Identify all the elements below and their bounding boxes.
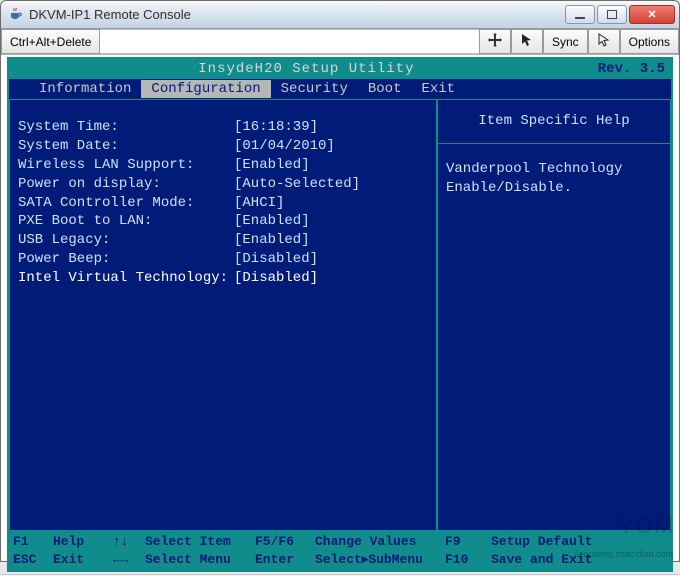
settings-panel: System Time:[16:18:39]System Date:[01/04… (9, 99, 437, 531)
setting-label: SATA Controller Mode: (18, 194, 234, 213)
setting-pxe-boot[interactable]: PXE Boot to LAN:[Enabled] (18, 212, 430, 231)
setting-power-beep[interactable]: Power Beep:[Disabled] (18, 250, 430, 269)
setting-label: PXE Boot to LAN: (18, 212, 234, 231)
titlebar[interactable]: DKVM-IP1 Remote Console ✕ (1, 1, 679, 29)
menu-boot[interactable]: Boot (358, 80, 412, 99)
ctrl-alt-delete-button[interactable]: Ctrl+Alt+Delete (1, 29, 100, 54)
cursor-icon-button-2[interactable] (588, 29, 620, 54)
menu-information[interactable]: Information (29, 80, 141, 99)
action-change-values: Change Values (315, 533, 445, 551)
action-select-item: Select Item (145, 533, 255, 551)
setting-label: USB Legacy: (18, 231, 234, 250)
remote-console-viewport[interactable]: InsydeH20 Setup Utility Rev. 3.5 Informa… (7, 57, 673, 572)
bios-body: System Time:[16:18:39]System Date:[01/04… (9, 99, 671, 531)
bios-header: InsydeH20 Setup Utility Rev. 3.5 (9, 59, 671, 79)
move-icon (488, 33, 502, 50)
key-f1: F1 (13, 533, 53, 551)
setting-value: [Auto-Selected] (234, 175, 360, 194)
key-enter: Enter (255, 551, 315, 569)
setting-label: Intel Virtual Technology: (18, 269, 234, 288)
close-button[interactable]: ✕ (629, 5, 675, 24)
setting-usb-legacy[interactable]: USB Legacy:[Enabled] (18, 231, 430, 250)
menu-exit[interactable]: Exit (411, 80, 465, 99)
setting-system-date[interactable]: System Date:[01/04/2010] (18, 137, 430, 156)
help-panel: Item Specific Help Vanderpool Technology… (437, 99, 671, 531)
setting-system-time[interactable]: System Time:[16:18:39] (18, 118, 430, 137)
maximize-button[interactable] (597, 5, 627, 24)
key-arrows-v: ↑↓ (113, 533, 145, 551)
menu-configuration[interactable]: Configuration (141, 80, 270, 99)
setting-label: Wireless LAN Support: (18, 156, 234, 175)
setting-label: System Date: (18, 137, 234, 156)
cursor-icon (520, 33, 534, 50)
bios-screen: InsydeH20 Setup Utility Rev. 3.5 Informa… (9, 59, 671, 570)
setting-value: [01/04/2010] (234, 137, 335, 156)
toolbar-spacer (100, 29, 479, 54)
setting-intel-vt[interactable]: Intel Virtual Technology:[Disabled] (18, 269, 430, 288)
setting-value: [Disabled] (234, 250, 318, 269)
setting-value: [Enabled] (234, 212, 310, 231)
action-exit: Exit (53, 551, 113, 569)
bios-revision: Rev. 3.5 (598, 60, 665, 79)
key-f9: F9 (445, 533, 491, 551)
cursor-icon-button-1[interactable] (511, 29, 543, 54)
action-save-exit: Save and Exit (491, 551, 667, 569)
setting-value: [AHCI] (234, 194, 284, 213)
options-button[interactable]: Options (620, 29, 679, 54)
java-icon (7, 7, 23, 23)
setting-value: [Enabled] (234, 231, 310, 250)
minimize-button[interactable] (565, 5, 595, 24)
setting-sata-mode[interactable]: SATA Controller Mode:[AHCI] (18, 194, 430, 213)
app-toolbar: Ctrl+Alt+Delete Sync Options (1, 29, 679, 55)
sync-button[interactable]: Sync (543, 29, 588, 54)
action-submenu: Select▸SubMenu (315, 551, 445, 569)
key-arrows-h: ←→ (113, 551, 145, 569)
action-select-menu: Select Menu (145, 551, 255, 569)
bios-menu: Information Configuration Security Boot … (9, 79, 671, 99)
setting-value: [Disabled] (234, 269, 318, 288)
menu-security[interactable]: Security (271, 80, 358, 99)
help-title: Item Specific Help (438, 106, 670, 144)
bios-title: InsydeH20 Setup Utility (15, 60, 598, 79)
cursor-icon (597, 33, 611, 50)
action-setup-default: Setup Default (491, 533, 667, 551)
mouse-sync-icon-button[interactable] (479, 29, 511, 54)
setting-value: [16:18:39] (234, 118, 318, 137)
setting-label: Power Beep: (18, 250, 234, 269)
help-body: Vanderpool Technology Enable/Disable. (446, 160, 662, 198)
setting-label: Power on display: (18, 175, 234, 194)
setting-label: System Time: (18, 118, 234, 137)
app-window: DKVM-IP1 Remote Console ✕ Ctrl+Alt+Delet… (0, 0, 680, 562)
setting-power-on-display[interactable]: Power on display:[Auto-Selected] (18, 175, 430, 194)
window-title: DKVM-IP1 Remote Console (29, 7, 191, 22)
setting-wireless-lan[interactable]: Wireless LAN Support:[Enabled] (18, 156, 430, 175)
action-help: Help (53, 533, 113, 551)
setting-value: [Enabled] (234, 156, 310, 175)
key-f10: F10 (445, 551, 491, 569)
window-controls: ✕ (565, 5, 675, 24)
key-f5f6: F5/F6 (255, 533, 315, 551)
key-esc: ESC (13, 551, 53, 569)
bios-footer: F1 Help ↑↓ Select Item F5/F6 Change Valu… (9, 531, 671, 570)
